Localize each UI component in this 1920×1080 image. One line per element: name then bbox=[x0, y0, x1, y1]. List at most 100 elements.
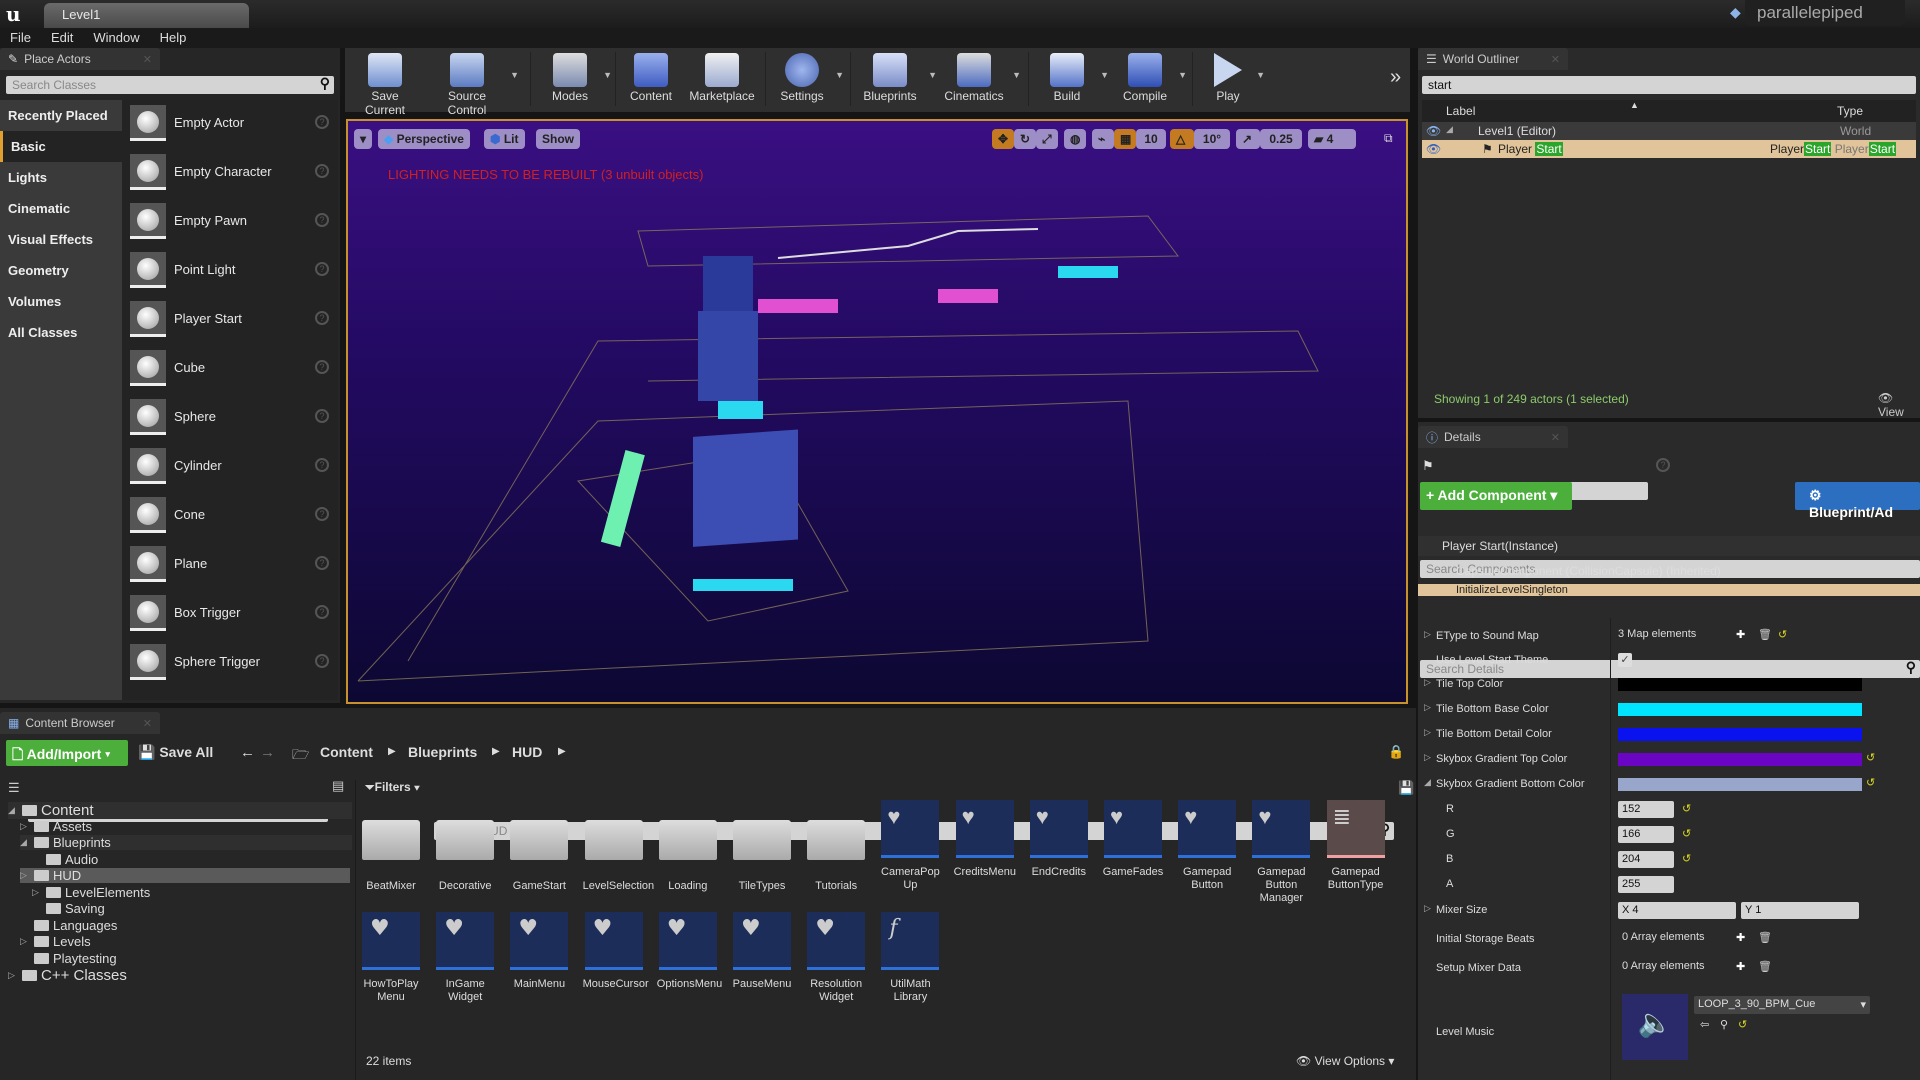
splitter[interactable] bbox=[355, 780, 356, 1080]
build-button[interactable]: Build ▼ bbox=[1037, 50, 1109, 110]
category-basic[interactable]: Basic bbox=[0, 131, 122, 162]
expand-icon[interactable]: ▷ bbox=[1424, 727, 1431, 738]
help-icon[interactable]: ? bbox=[315, 605, 329, 619]
widget-blueprint-item[interactable]: ♥ GameFades bbox=[1102, 800, 1164, 879]
view-options-button[interactable]: 👁 View Options ▾ bbox=[1296, 1054, 1394, 1068]
color-swatch[interactable] bbox=[1618, 703, 1862, 716]
expand-icon[interactable]: ▷ bbox=[20, 870, 30, 881]
content-browser-tab[interactable]: ▦ Content Browser ✕ bbox=[0, 712, 160, 734]
folder-item[interactable]: Decorative bbox=[434, 808, 496, 893]
label-column-header[interactable]: Label bbox=[1446, 104, 1475, 118]
chevron-down-icon[interactable]: ▼ bbox=[603, 70, 612, 80]
level-tab[interactable]: Level1 bbox=[44, 3, 249, 28]
place-actors-tab[interactable]: ✎ Place Actors ✕ bbox=[0, 48, 160, 70]
color-swatch[interactable] bbox=[1618, 728, 1862, 741]
breadcrumb-content[interactable]: Content bbox=[320, 744, 373, 760]
expand-icon[interactable]: ▷ bbox=[1424, 752, 1431, 763]
save-current-button[interactable]: Save Current bbox=[350, 50, 420, 117]
view-options-button[interactable]: 👁 View bbox=[1878, 391, 1920, 419]
help-icon[interactable]: ? bbox=[315, 213, 329, 227]
marketplace-button[interactable]: Marketplace bbox=[685, 50, 759, 110]
help-icon[interactable]: ? bbox=[315, 262, 329, 276]
widget-blueprint-item[interactable]: ♥ MainMenu bbox=[508, 912, 570, 991]
chevron-down-icon[interactable]: ▼ bbox=[1100, 70, 1109, 80]
actor-item[interactable]: Sphere? bbox=[130, 396, 335, 440]
trash-icon[interactable]: 🗑 bbox=[1758, 931, 1772, 944]
close-icon[interactable]: ✕ bbox=[143, 53, 152, 66]
reset-icon[interactable]: ↺ bbox=[1682, 852, 1691, 865]
details-tab[interactable]: ⓘ Details ✕ bbox=[1418, 426, 1568, 448]
add-element-icon[interactable]: ✚ bbox=[1736, 931, 1745, 944]
tree-folder[interactable]: ▷ Levels bbox=[20, 934, 352, 949]
tree-folder[interactable]: ◢ Blueprints bbox=[20, 835, 352, 850]
category-lights[interactable]: Lights bbox=[0, 162, 122, 193]
category-recently-placed[interactable]: Recently Placed bbox=[0, 100, 122, 131]
category-all-classes[interactable]: All Classes bbox=[0, 317, 122, 348]
widget-blueprint-item[interactable]: ♥ Gamepad Button bbox=[1176, 800, 1238, 892]
help-icon[interactable]: ? bbox=[315, 164, 329, 178]
breadcrumb-separator-icon[interactable]: ▶ bbox=[492, 746, 500, 757]
expand-icon[interactable]: ▷ bbox=[1424, 903, 1431, 914]
expand-icon[interactable]: ▷ bbox=[1424, 629, 1431, 640]
widget-blueprint-item[interactable]: ♥ Gamepad Button Manager bbox=[1250, 800, 1312, 905]
tree-folder[interactable]: ▷ LevelElements bbox=[32, 885, 352, 900]
filters-button[interactable]: ⏷Filters ▾ bbox=[365, 780, 420, 795]
world-outliner-tab[interactable]: ☰ World Outliner ✕ bbox=[1418, 48, 1568, 70]
component-capsule[interactable]: CapsuleComponent (CollisionCapsule) (Inh… bbox=[1418, 558, 1920, 584]
use-selected-icon[interactable]: ⇦ bbox=[1700, 1018, 1709, 1031]
chevron-down-icon[interactable]: ▼ bbox=[928, 70, 937, 80]
help-icon[interactable]: ? bbox=[315, 556, 329, 570]
tree-folder[interactable]: ◢ Content bbox=[8, 802, 352, 819]
blueprint-add-script-button[interactable]: ⚙ Blueprint/Ad bbox=[1795, 482, 1920, 520]
help-icon[interactable]: ? bbox=[315, 654, 329, 668]
widget-blueprint-item[interactable]: ♥ HowToPlay Menu bbox=[360, 912, 422, 1004]
color-swatch[interactable] bbox=[1618, 753, 1862, 766]
help-icon[interactable]: ? bbox=[315, 360, 329, 374]
folder-item[interactable]: Loading bbox=[657, 808, 719, 893]
breadcrumb-separator-icon[interactable]: ▶ bbox=[558, 746, 566, 757]
help-icon[interactable]: ? bbox=[1656, 458, 1670, 472]
g-value-input[interactable]: 166 bbox=[1618, 826, 1674, 843]
actor-item[interactable]: Empty Actor? bbox=[130, 102, 335, 146]
add-element-icon[interactable]: ✚ bbox=[1736, 628, 1745, 641]
b-value-input[interactable]: 204 bbox=[1618, 851, 1674, 868]
folder-item[interactable]: Tutorials bbox=[805, 808, 867, 893]
color-swatch[interactable] bbox=[1618, 778, 1862, 791]
eye-icon[interactable]: 👁 bbox=[1426, 142, 1441, 156]
add-element-icon[interactable]: ✚ bbox=[1736, 960, 1745, 973]
widget-blueprint-item[interactable]: ♥ EndCredits bbox=[1028, 800, 1090, 879]
save-all-button[interactable]: 💾 Save All bbox=[138, 744, 213, 761]
save-search-icon[interactable]: 💾 bbox=[1398, 780, 1414, 796]
level-music-dropdown[interactable]: LOOP_3_90_BPM_Cue ▾ bbox=[1694, 996, 1870, 1014]
menu-help[interactable]: Help bbox=[150, 28, 197, 48]
widget-blueprint-item[interactable]: ♥ InGame Widget bbox=[434, 912, 496, 1004]
expand-icon[interactable]: ◢ bbox=[1446, 124, 1453, 135]
widget-blueprint-item[interactable]: ♥ OptionsMenu bbox=[657, 912, 722, 991]
breadcrumb-hud[interactable]: HUD bbox=[512, 744, 542, 760]
actor-item[interactable]: Point Light? bbox=[130, 249, 335, 293]
actor-item[interactable]: Sphere Trigger? bbox=[130, 641, 335, 685]
category-volumes[interactable]: Volumes bbox=[0, 286, 122, 317]
widget-blueprint-item[interactable]: ♥ Resolution Widget bbox=[805, 912, 867, 1004]
tree-folder[interactable]: Playtesting bbox=[20, 951, 352, 966]
component-instance[interactable]: Player Start(Instance) bbox=[1418, 536, 1920, 556]
widget-blueprint-item[interactable]: f UtilMath Library bbox=[879, 912, 941, 1004]
widget-blueprint-item[interactable]: ♥ CameraPop Up bbox=[879, 800, 941, 892]
expand-icon[interactable]: ▷ bbox=[1424, 702, 1431, 713]
reset-icon[interactable]: ↺ bbox=[1866, 751, 1875, 764]
path-view-options-icon[interactable]: ▤ bbox=[332, 778, 344, 794]
help-icon[interactable]: ? bbox=[315, 115, 329, 129]
category-cinematic[interactable]: Cinematic bbox=[0, 193, 122, 224]
tree-folder[interactable]: ▷ Assets bbox=[20, 819, 352, 834]
add-import-button[interactable]: 🗋 Add/Import ▾ bbox=[6, 740, 128, 766]
reset-icon[interactable]: ↺ bbox=[1866, 776, 1875, 789]
folder-item[interactable]: TileTypes bbox=[731, 808, 793, 893]
close-icon[interactable]: ✕ bbox=[1551, 53, 1560, 66]
expand-icon[interactable]: ▷ bbox=[8, 970, 18, 981]
compile-button[interactable]: Compile ▼ bbox=[1115, 50, 1187, 110]
collapse-icon[interactable]: ◢ bbox=[1424, 777, 1431, 788]
collapse-sources-icon[interactable]: ☰ bbox=[8, 780, 20, 796]
folder-item[interactable]: GameStart bbox=[508, 808, 570, 893]
trash-icon[interactable]: 🗑 bbox=[1758, 628, 1772, 641]
source-control-button[interactable]: Source Control ▼ bbox=[427, 50, 519, 117]
